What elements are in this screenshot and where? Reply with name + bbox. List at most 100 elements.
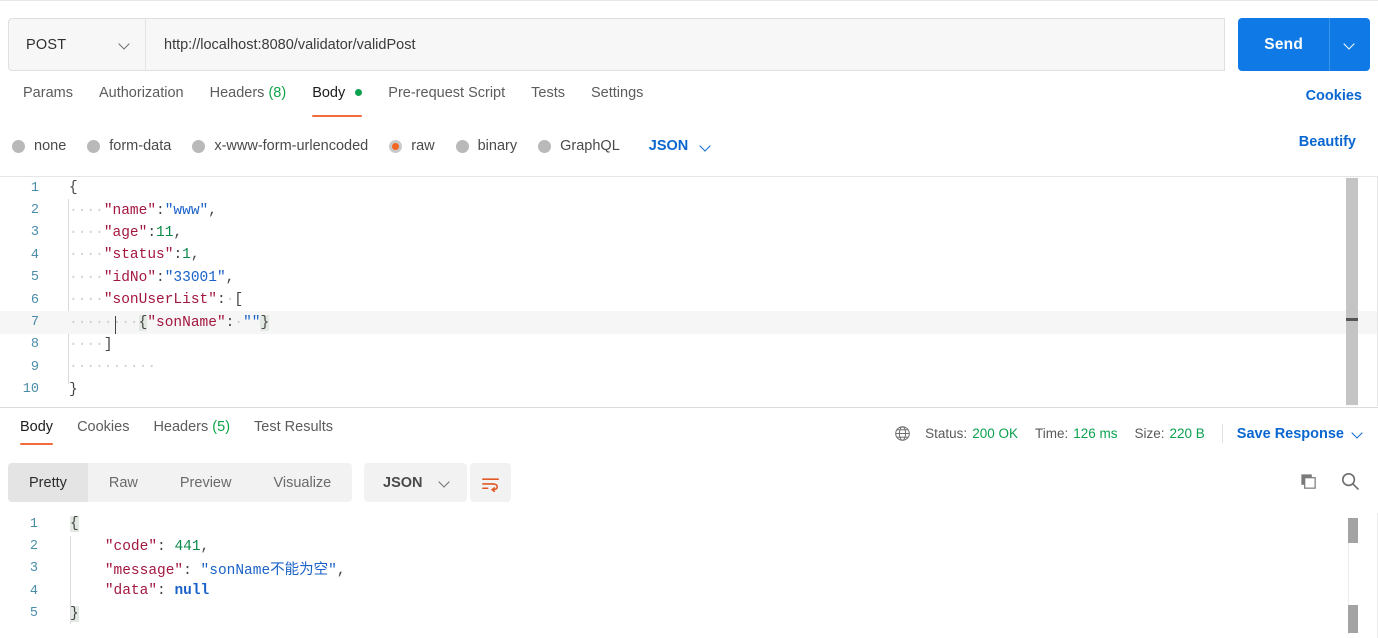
headers-count: (8) xyxy=(268,85,287,101)
response-indent-guide xyxy=(70,536,71,624)
view-mode-visualize[interactable]: Visualize xyxy=(252,463,352,502)
editor-line[interactable]: 5 ····"idNo":"33001", xyxy=(0,267,1378,289)
scrollbar-cursor-marker xyxy=(1346,318,1358,321)
editor-line[interactable]: 1 { xyxy=(0,177,1378,199)
response-format-label: JSON xyxy=(383,474,423,491)
tab-label: Headers xyxy=(209,85,265,101)
copy-icon[interactable] xyxy=(1299,472,1318,491)
response-scrollbar-thumb-top[interactable] xyxy=(1348,518,1358,543)
editor-line[interactable]: 10 } xyxy=(0,379,1378,401)
tab-tests[interactable]: Tests xyxy=(518,82,578,115)
raw-format-dropdown[interactable]: JSON xyxy=(649,138,713,154)
radio-label: GraphQL xyxy=(560,138,620,154)
body-type-urlencoded[interactable]: x-www-form-urlencoded xyxy=(192,138,368,154)
line-content: ····"status":1, xyxy=(69,247,200,264)
response-actions xyxy=(1299,471,1360,491)
tab-headers[interactable]: Headers (8) xyxy=(197,82,300,115)
request-tabs: Params Authorization Headers (8) Body Pr… xyxy=(0,82,1378,122)
request-editor-scrollbar-thumb[interactable] xyxy=(1346,178,1358,405)
tab-params[interactable]: Params xyxy=(10,82,86,115)
view-mode-label: Preview xyxy=(179,474,232,491)
chevron-down-icon xyxy=(1345,39,1356,50)
line-number: 9 xyxy=(30,359,39,375)
http-method-dropdown[interactable]: POST xyxy=(8,18,145,71)
tab-authorization[interactable]: Authorization xyxy=(86,82,197,115)
editor-line[interactable]: 8 ····] xyxy=(0,334,1378,356)
radio-icon xyxy=(455,139,469,153)
send-button[interactable]: Send xyxy=(1238,18,1329,71)
line-number: 1 xyxy=(30,180,39,196)
url-input[interactable] xyxy=(162,35,1225,54)
body-type-binary[interactable]: binary xyxy=(455,138,517,154)
view-mode-preview[interactable]: Preview xyxy=(159,463,253,502)
chevron-down-icon xyxy=(701,141,712,152)
response-tab-body[interactable]: Body xyxy=(8,417,65,447)
body-type-none[interactable]: none xyxy=(12,138,66,154)
response-line: 5 } xyxy=(0,603,1378,625)
send-options-button[interactable] xyxy=(1329,18,1370,71)
radio-label: form-data xyxy=(109,138,172,154)
globe-icon[interactable] xyxy=(894,425,911,442)
divider xyxy=(1221,424,1223,443)
body-type-graphql[interactable]: GraphQL xyxy=(538,138,620,154)
editor-line[interactable]: 9 ·········· xyxy=(0,356,1378,378)
editor-line-active[interactable]: 7 ········{"sonName":·""} xyxy=(0,311,1378,334)
response-format-dropdown[interactable]: JSON xyxy=(364,463,467,502)
view-mode-label: Pretty xyxy=(29,474,67,491)
body-present-dot-icon xyxy=(355,88,363,96)
body-type-raw[interactable]: raw xyxy=(389,138,435,154)
response-tab-cookies[interactable]: Cookies xyxy=(65,417,141,447)
status-group: Status: 200 OK xyxy=(925,426,1018,441)
time-label: Time: xyxy=(1034,426,1069,441)
response-header: Body Cookies Headers (5) Test Results St… xyxy=(0,407,1378,456)
response-body-viewer[interactable]: 1 { 2 "code": 441, 3 "message": "sonName… xyxy=(0,513,1378,638)
line-number: 5 xyxy=(30,270,39,286)
cookies-link[interactable]: Cookies xyxy=(1306,88,1362,104)
active-tab-underline xyxy=(312,114,363,117)
line-content: ········{"sonName":·""} xyxy=(69,314,270,331)
response-line: 1 { xyxy=(0,513,1378,535)
status-value: 200 OK xyxy=(972,426,1018,441)
line-content: ····] xyxy=(69,336,113,353)
request-body-editor[interactable]: 1 { 2 ····"name":"www", 3 ····"age":11, … xyxy=(0,176,1378,406)
radio-icon xyxy=(12,139,25,153)
response-toolbar: Pretty Raw Preview Visualize JSON xyxy=(0,459,1378,511)
body-type-form-data[interactable]: form-data xyxy=(87,138,171,154)
editor-line[interactable]: 6 ····"sonUserList":·[ xyxy=(0,289,1378,311)
tab-pre-request-script[interactable]: Pre-request Script xyxy=(375,82,518,115)
line-content: ····"age":11, xyxy=(69,224,183,241)
beautify-button[interactable]: Beautify xyxy=(1299,134,1356,150)
line-content: } xyxy=(70,605,79,622)
line-content: "code": 441, xyxy=(104,538,210,555)
line-number: 3 xyxy=(29,561,38,577)
view-mode-pretty[interactable]: Pretty xyxy=(8,463,88,502)
request-url-row: POST Send xyxy=(0,18,1378,71)
url-input-wrapper[interactable] xyxy=(145,18,1226,71)
chevron-down-icon[interactable] xyxy=(1353,428,1364,439)
tab-settings[interactable]: Settings xyxy=(578,82,656,115)
tab-label: Body xyxy=(20,419,54,435)
search-icon[interactable] xyxy=(1340,471,1360,491)
send-button-group: Send xyxy=(1238,18,1370,71)
wrap-line-button[interactable] xyxy=(470,463,511,502)
editor-line[interactable]: 3 ····"age":11, xyxy=(0,222,1378,244)
response-line: 2 "code": 441, xyxy=(0,535,1378,557)
size-value: 220 B xyxy=(1169,426,1205,441)
response-tab-headers[interactable]: Headers (5) xyxy=(141,417,242,447)
response-meta: Status: 200 OK Time: 126 ms Size: 220 B … xyxy=(894,424,1364,443)
status-label: Status: xyxy=(925,426,968,441)
radio-icon xyxy=(538,139,552,153)
radio-label: raw xyxy=(411,138,435,154)
editor-line[interactable]: 4 ····"status":1, xyxy=(0,244,1378,266)
response-tab-test-results[interactable]: Test Results xyxy=(242,417,345,447)
line-content: ····"name":"www", xyxy=(69,202,217,219)
tab-label: Headers xyxy=(153,419,209,435)
editor-line[interactable]: 2 ····"name":"www", xyxy=(0,199,1378,221)
view-mode-raw[interactable]: Raw xyxy=(88,463,159,502)
save-response-button[interactable]: Save Response xyxy=(1237,426,1344,442)
line-number: 7 xyxy=(30,315,39,331)
tab-label: Settings xyxy=(590,85,644,101)
response-scrollbar-thumb-bottom[interactable] xyxy=(1348,605,1358,633)
line-content: ····"idNo":"33001", xyxy=(69,269,235,286)
tab-body[interactable]: Body xyxy=(299,82,375,117)
